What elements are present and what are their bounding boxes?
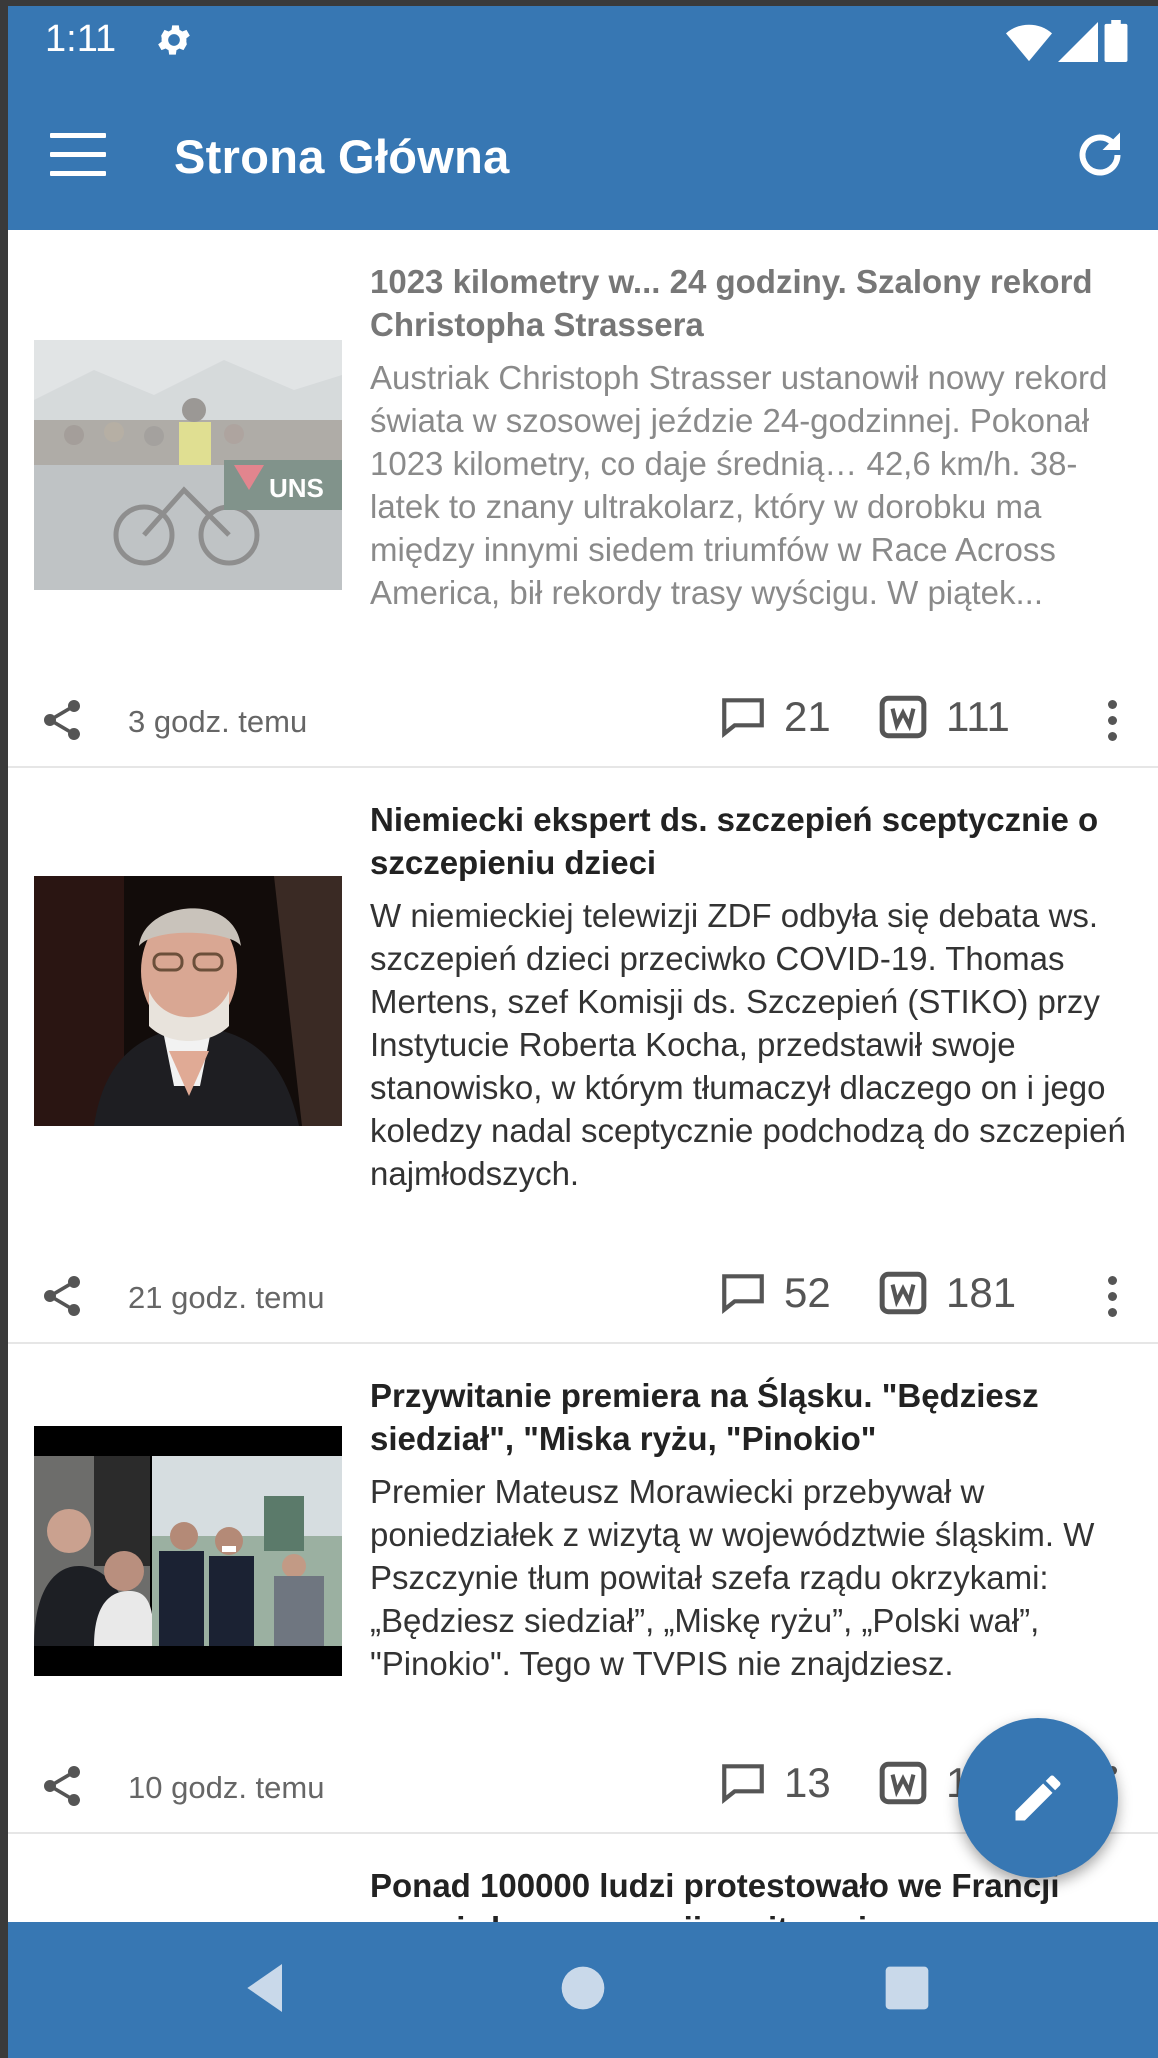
article-footer: 3 godz. temu 21 111	[8, 690, 1158, 750]
more-vert-icon[interactable]	[1092, 1272, 1132, 1322]
article-time: 21 godz. temu	[128, 1280, 325, 1315]
status-bar: 1:11	[8, 6, 1158, 81]
comment-icon	[722, 698, 764, 739]
votes-button[interactable]: 1	[878, 1758, 969, 1808]
article-text[interactable]: 1023 kilometry w... 24 godziny. Szalony …	[370, 260, 1134, 614]
menu-icon[interactable]	[50, 133, 106, 177]
article-card[interactable]: Niemiecki ekspert ds. szczepień sceptycz…	[8, 768, 1158, 1344]
thumbnail-banner-text: UNS	[269, 473, 324, 503]
comment-count: 52	[784, 1269, 831, 1316]
comments-button[interactable]: 13	[718, 1758, 831, 1808]
app-screen: 1:11 Strona Główna UNS 1023 kilometry w.…	[8, 6, 1158, 2058]
article-excerpt[interactable]: W niemieckiej telewizji ZDF odbyła się d…	[370, 894, 1134, 1195]
vote-icon	[879, 1271, 927, 1315]
article-title[interactable]: Niemiecki ekspert ds. szczepień sceptycz…	[370, 798, 1134, 884]
signal-icon	[1058, 22, 1098, 62]
comment-count: 13	[784, 1759, 831, 1806]
comment-count: 21	[784, 693, 831, 740]
comment-icon	[722, 1274, 764, 1315]
article-excerpt[interactable]: Premier Mateusz Morawiecki przebywał w p…	[370, 1470, 1134, 1685]
article-title[interactable]: 1023 kilometry w... 24 godziny. Szalony …	[370, 260, 1134, 346]
article-card[interactable]: UNS 1023 kilometry w... 24 godziny. Szal…	[8, 230, 1158, 768]
battery-icon	[1104, 20, 1128, 62]
comments-button[interactable]: 21	[718, 692, 831, 742]
votes-button[interactable]: 181	[878, 1268, 1016, 1318]
compose-button[interactable]	[958, 1718, 1118, 1878]
comment-icon	[722, 1764, 764, 1805]
vote-count: 181	[946, 1269, 1017, 1316]
share-icon[interactable]	[38, 696, 86, 744]
votes-button[interactable]: 111	[878, 692, 1010, 742]
article-thumbnail[interactable]	[34, 1426, 342, 1676]
vote-icon	[879, 1761, 927, 1805]
status-time: 1:11	[45, 18, 117, 60]
article-footer: 21 godz. temu 52 181	[8, 1266, 1158, 1326]
article-excerpt[interactable]: Austriak Christoph Strasser ustanowił no…	[370, 356, 1134, 614]
home-icon[interactable]	[551, 1956, 615, 2020]
article-time: 10 godz. temu	[128, 1770, 325, 1805]
pencil-icon	[1015, 1775, 1061, 1821]
gear-icon	[158, 25, 190, 55]
article-text[interactable]: Niemiecki ekspert ds. szczepień sceptycz…	[370, 798, 1134, 1195]
share-icon[interactable]	[38, 1762, 86, 1810]
page-title: Strona Główna	[174, 130, 510, 183]
system-nav-bar	[8, 1922, 1158, 2058]
article-text[interactable]: Przywitanie premiera na Śląsku. "Będzies…	[370, 1374, 1134, 1685]
more-vert-icon[interactable]	[1092, 696, 1132, 746]
article-title[interactable]: Przywitanie premiera na Śląsku. "Będzies…	[370, 1374, 1134, 1460]
article-time: 3 godz. temu	[128, 704, 308, 739]
share-icon[interactable]	[38, 1272, 86, 1320]
app-bar: Strona Główna	[8, 81, 1158, 230]
article-thumbnail[interactable]	[34, 876, 342, 1126]
back-icon[interactable]	[234, 1956, 298, 2020]
vote-icon	[879, 695, 927, 739]
refresh-icon[interactable]	[1070, 125, 1130, 185]
article-thumbnail[interactable]: UNS	[34, 340, 342, 590]
article-feed[interactable]: UNS 1023 kilometry w... 24 godziny. Szal…	[8, 230, 1158, 1924]
recents-icon[interactable]	[875, 1956, 939, 2020]
status-icons	[1006, 20, 1128, 62]
wifi-icon	[1006, 24, 1052, 62]
comments-button[interactable]: 52	[718, 1268, 831, 1318]
vote-count: 111	[946, 693, 1010, 740]
